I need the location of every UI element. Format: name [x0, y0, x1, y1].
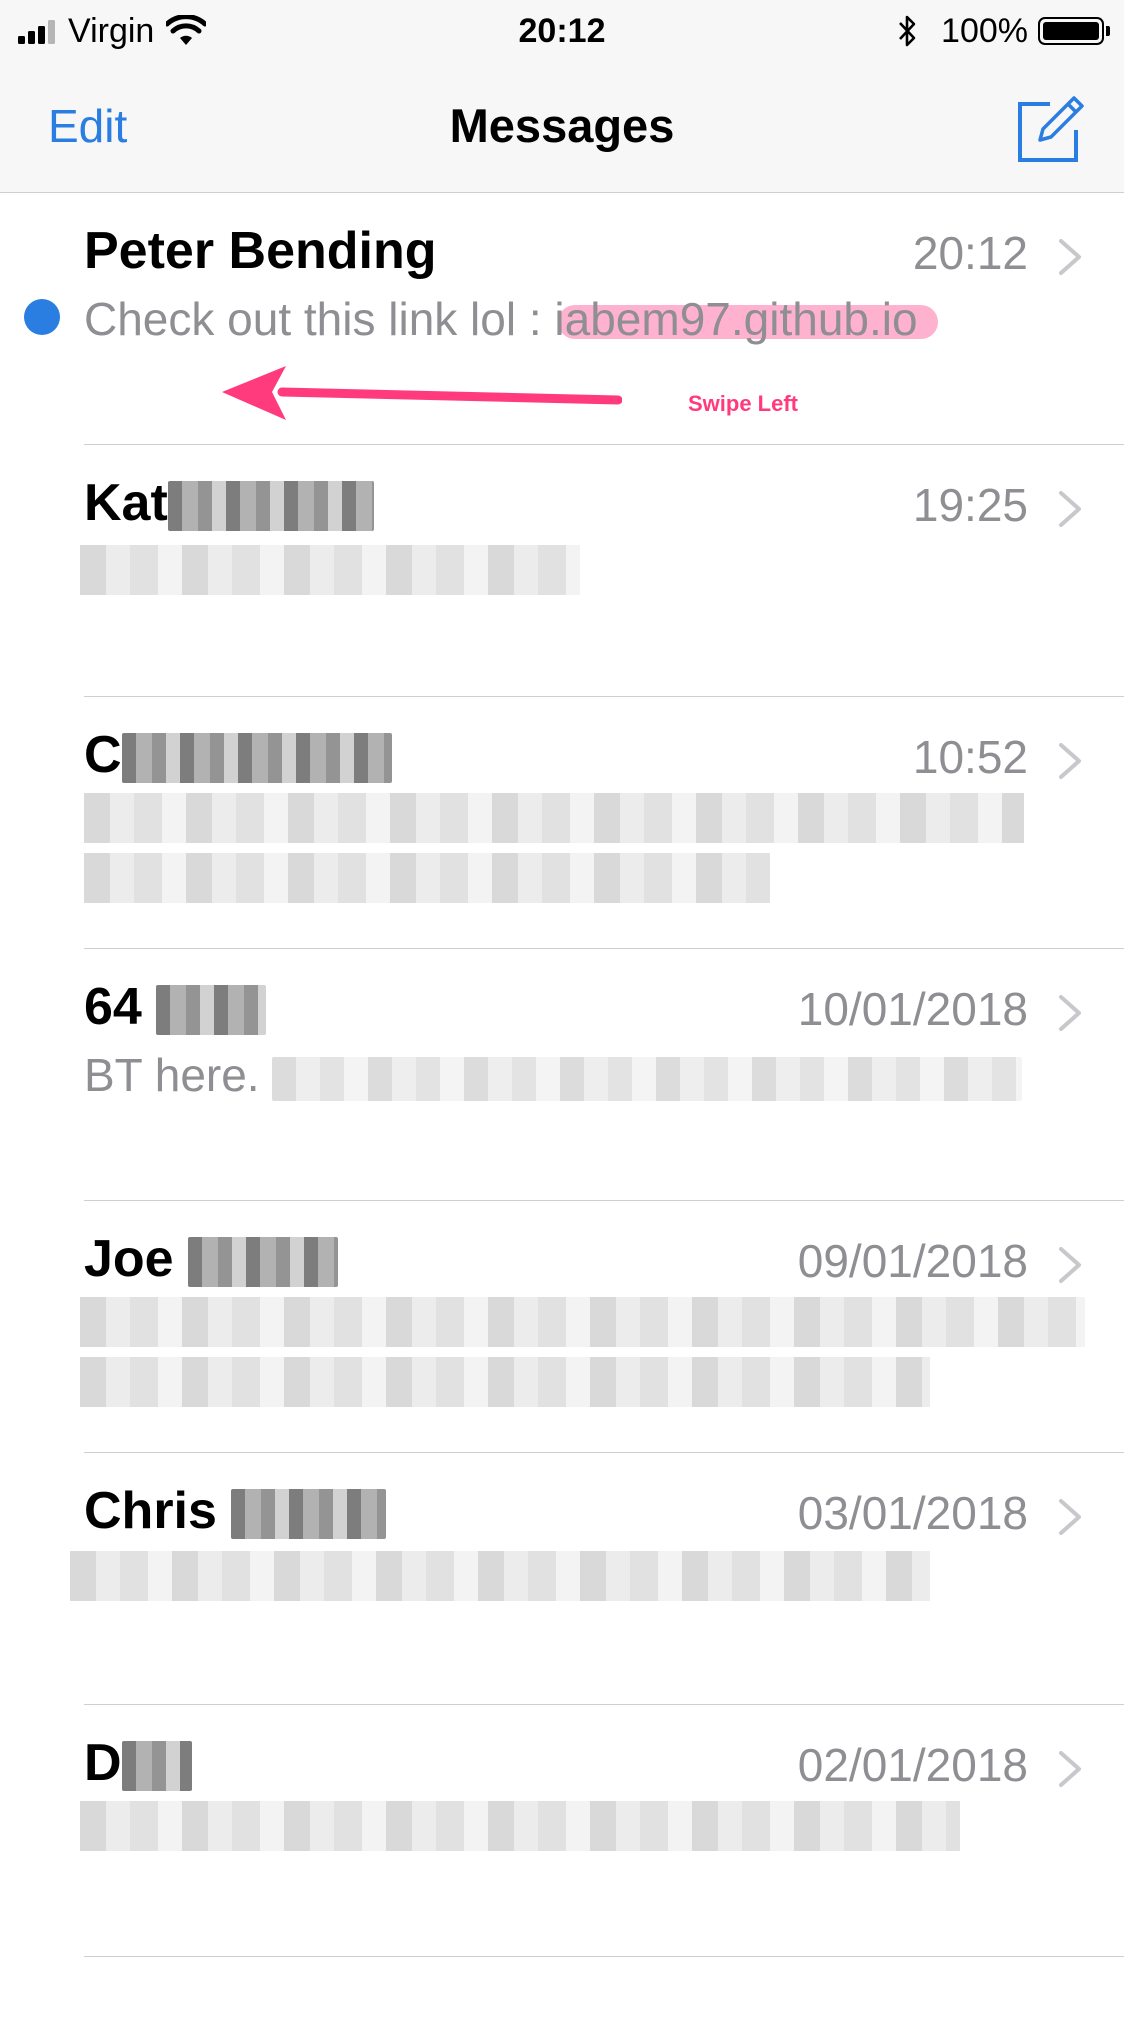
chevron-right-icon[interactable] [1056, 237, 1084, 277]
redacted-preview [84, 793, 1024, 843]
message-time: 02/01/2018 [797, 1739, 1028, 1791]
message-time: 19:25 [912, 479, 1028, 531]
message-time: 03/01/2018 [797, 1487, 1028, 1539]
contact-name: D [84, 1731, 192, 1795]
conversation-row[interactable]: Kat 19:25 [0, 445, 1124, 697]
redacted-name [121, 1741, 192, 1792]
chevron-right-icon[interactable] [1056, 1749, 1084, 1789]
conversation-row[interactable]: D 02/01/2018 [0, 1705, 1124, 1957]
conversation-row[interactable]: Joe 09/01/2018 [0, 1201, 1124, 1453]
message-time: 10:52 [912, 731, 1028, 783]
page-title: Messages [449, 99, 675, 152]
conversation-list: Peter Bending 20:12 Check out this link … [0, 193, 1124, 2017]
preview-link: iabem97.github.io [554, 293, 918, 345]
contact-name: Joe [84, 1227, 339, 1291]
chevron-right-icon[interactable] [1056, 489, 1084, 529]
message-time: 20:12 [912, 227, 1028, 279]
chevron-right-icon[interactable] [1056, 1497, 1084, 1537]
chevron-right-icon[interactable] [1056, 1245, 1084, 1285]
chevron-right-icon[interactable] [1056, 993, 1084, 1033]
status-right: 100% [897, 10, 1110, 52]
conversation-row[interactable] [0, 1957, 1124, 2017]
redacted-preview [80, 1801, 960, 1851]
conversation-row[interactable]: C 10:52 [0, 697, 1124, 949]
battery-percent: 100% [941, 11, 1028, 50]
preview-text: BT here. [84, 1049, 260, 1101]
status-bar: Virgin 20:12 100% [0, 0, 1124, 62]
contact-name: Kat [84, 471, 374, 535]
redacted-preview [84, 853, 770, 903]
contact-name: 64 [84, 975, 267, 1039]
redacted-name [156, 985, 267, 1036]
redacted-preview [80, 1297, 1085, 1347]
redacted-preview [272, 1056, 1023, 1101]
contact-name: Chris [84, 1479, 387, 1543]
navigation-bar: Edit Messages [0, 62, 1124, 193]
conversation-row[interactable]: Chris 03/01/2018 [0, 1453, 1124, 1705]
message-preview: Check out this link lol : iabem97.github… [84, 287, 1044, 351]
battery-icon [1038, 17, 1110, 45]
link-highlight[interactable]: iabem97.github.io [554, 287, 938, 351]
redacted-preview [80, 1357, 930, 1407]
redacted-name [167, 481, 374, 532]
compose-icon[interactable] [1016, 92, 1088, 164]
redacted-name [121, 733, 392, 784]
annotation-label: Swipe Left [688, 391, 799, 416]
preview-text: Check out this link lol : [84, 293, 555, 345]
message-preview: BT here. [84, 1043, 1044, 1107]
contact-name: C [84, 723, 392, 787]
chevron-right-icon[interactable] [1056, 741, 1084, 781]
contact-name: Peter Bending [84, 222, 437, 280]
swipe-left-arrow-icon [222, 366, 622, 420]
redacted-preview [70, 1551, 930, 1601]
message-time: 09/01/2018 [797, 1235, 1028, 1287]
redacted-preview [80, 545, 580, 595]
conversation-row[interactable]: 64 10/01/2018 BT here. [0, 949, 1124, 1201]
redacted-name [231, 1489, 387, 1540]
message-time: 10/01/2018 [797, 983, 1028, 1035]
bluetooth-icon [899, 15, 916, 47]
unread-indicator [24, 299, 60, 335]
redacted-name [188, 1237, 339, 1288]
